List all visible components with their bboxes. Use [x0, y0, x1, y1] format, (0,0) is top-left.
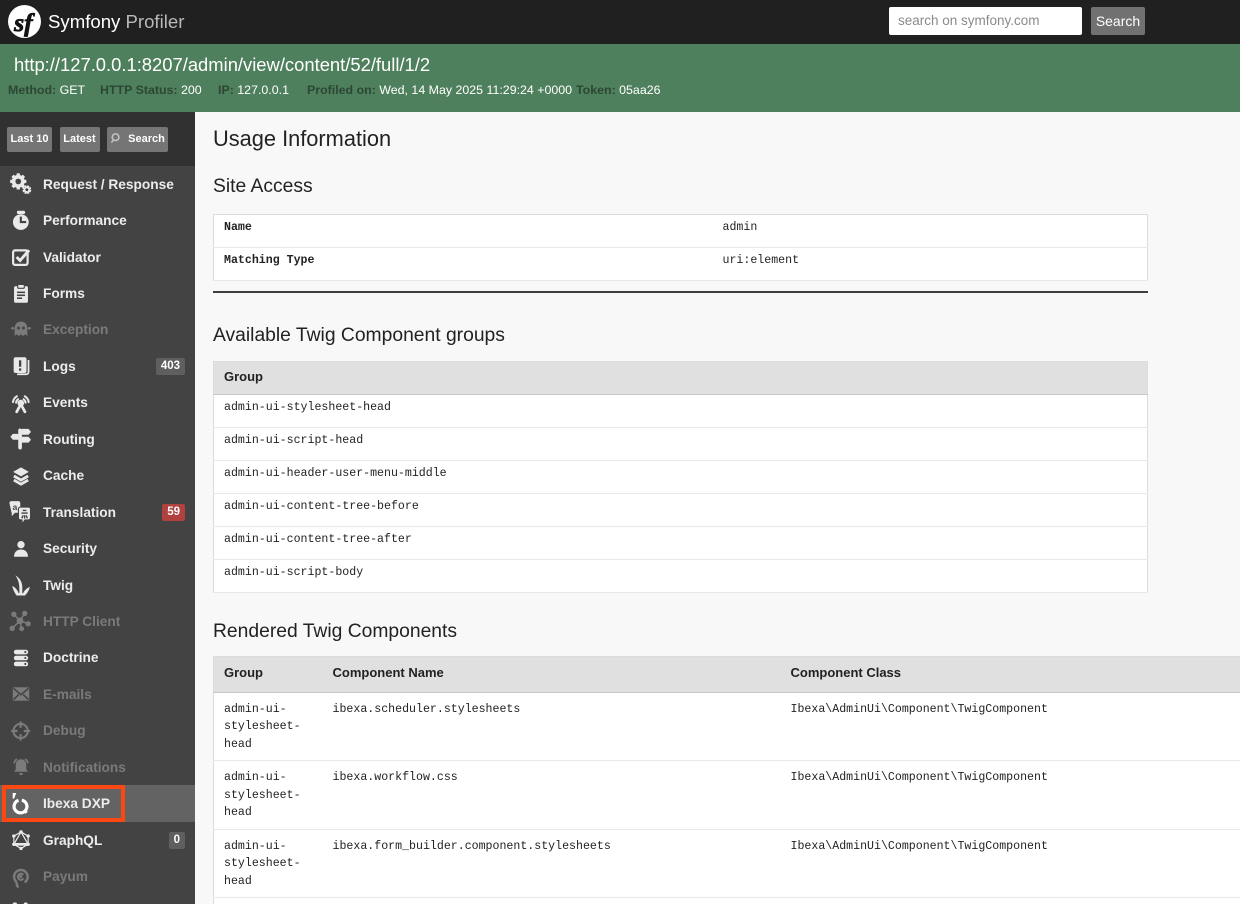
svg-text:a: a	[13, 502, 18, 512]
svg-text:sf: sf	[13, 8, 35, 37]
